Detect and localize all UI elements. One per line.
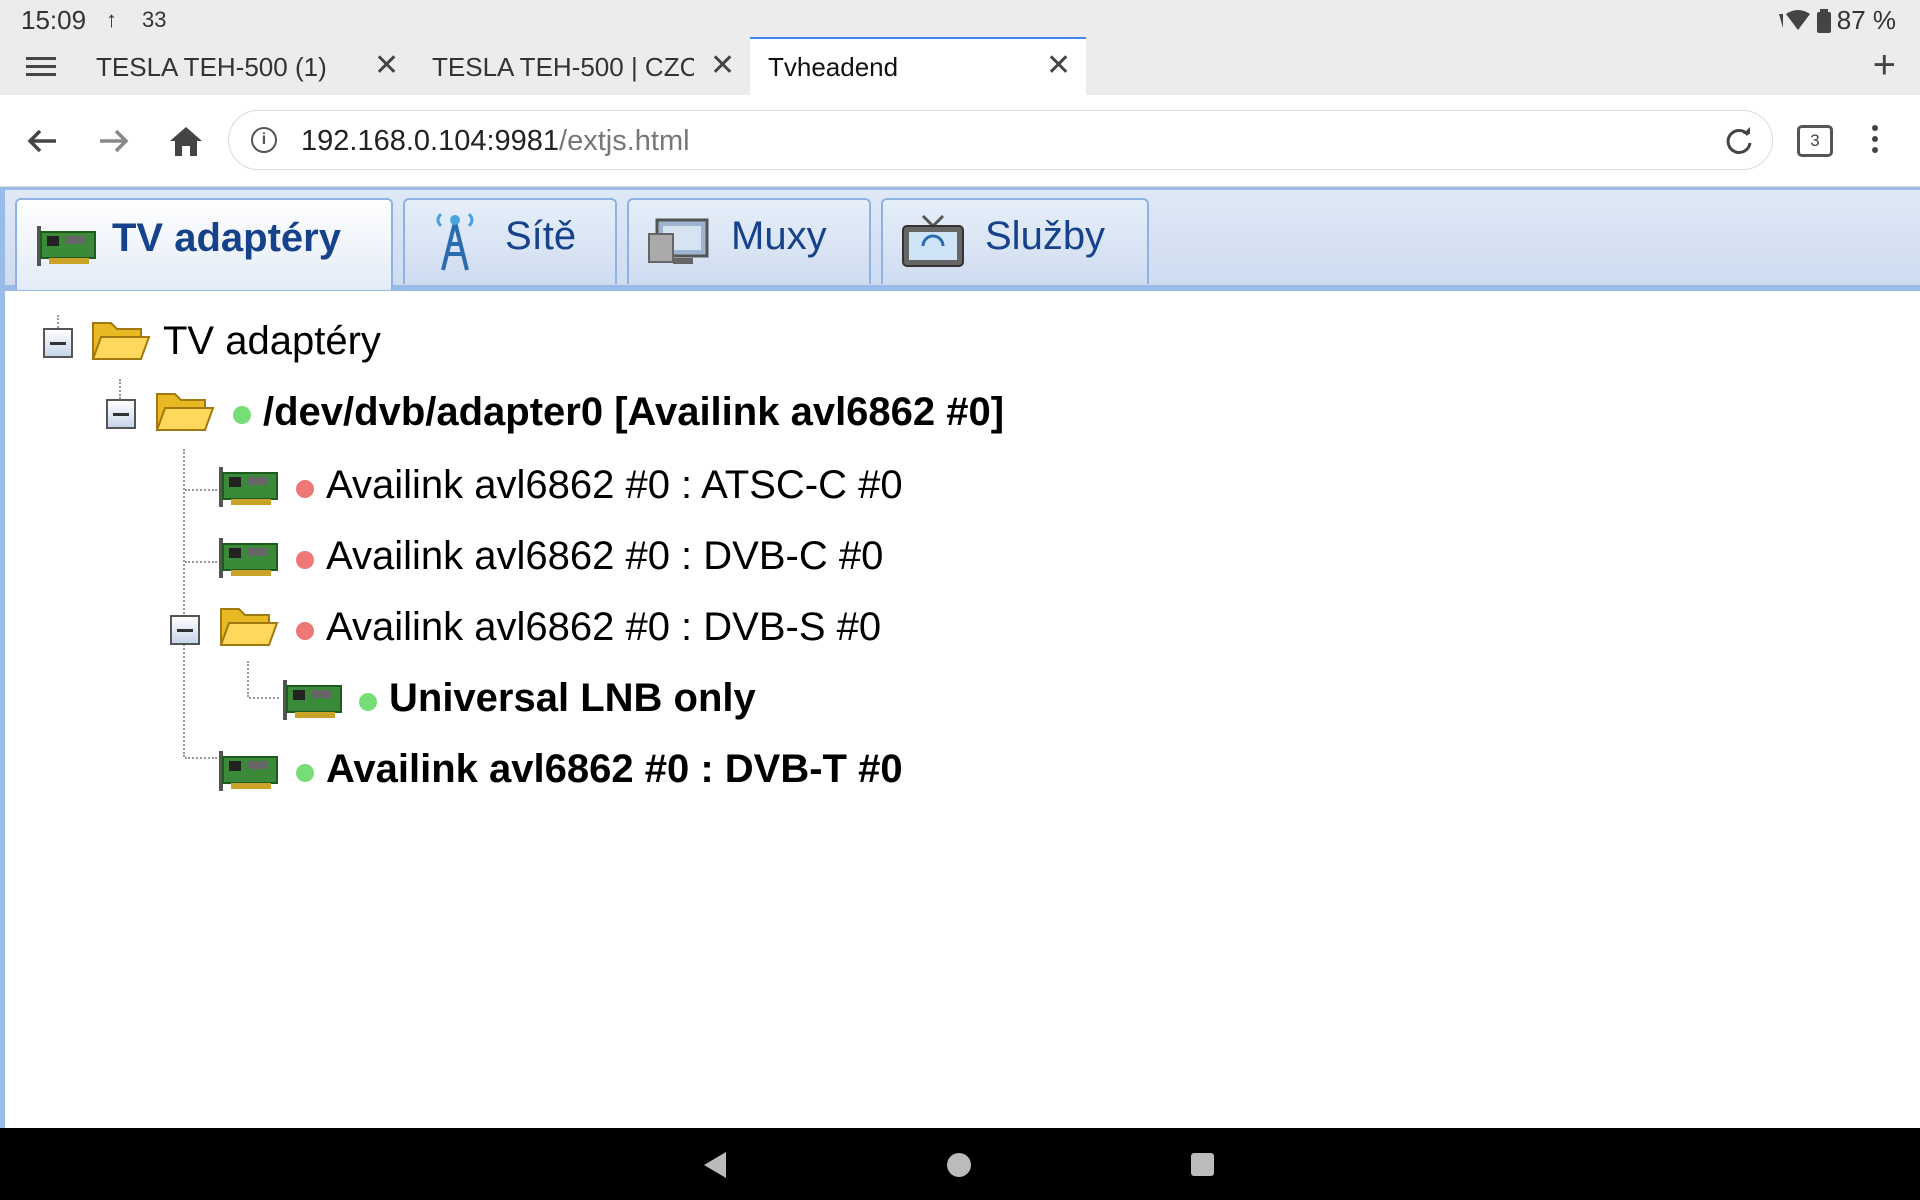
browser-tab-title: TESLA TEH-500 | CZC <box>432 52 694 82</box>
tab-label: Sítě <box>505 214 577 258</box>
tv-set-icon <box>902 214 964 267</box>
browser-tab-3-active[interactable]: Tvheadend ✕ <box>750 37 1086 95</box>
wifi-icon <box>1778 9 1810 30</box>
status-dot-green <box>359 693 377 711</box>
tab-label: Služby <box>985 214 1106 258</box>
tab-switcher-button[interactable]: 3 <box>1797 125 1833 157</box>
tree-node-frontend-atsc-c[interactable]: Availink avl6862 #0 : ATSC-C #0 <box>5 457 1005 517</box>
browser-tab-2[interactable]: TESLA TEH-500 | CZC ✕ <box>432 37 735 95</box>
status-dot-green <box>296 764 314 782</box>
tvheadend-app: TV adaptéry Sítě Muxy Služby TV adaptéry… <box>0 187 1920 1128</box>
back-triangle-icon[interactable] <box>704 1152 726 1178</box>
folder-open-icon <box>219 608 279 646</box>
data-transfer-icon: ↑ <box>106 7 117 32</box>
recents-square-icon[interactable] <box>1191 1153 1214 1176</box>
new-tab-button[interactable]: + <box>1873 43 1896 88</box>
tree-node-frontend-dvb-s[interactable]: Availink avl6862 #0 : DVB-S #0 <box>5 599 1005 659</box>
url-host: 192.168.0.104:9981 <box>301 125 560 157</box>
back-arrow-icon[interactable] <box>22 123 62 159</box>
system-nav-bar <box>0 1128 1920 1200</box>
tv-card-icon <box>219 751 278 791</box>
tree-node-root[interactable]: TV adaptéry <box>5 315 605 375</box>
tv-card-icon <box>219 467 278 507</box>
home-icon[interactable] <box>166 123 206 159</box>
tv-card-icon <box>37 226 96 266</box>
hamburger-menu-icon[interactable] <box>22 53 58 81</box>
tree-node-label: /dev/dvb/adapter0 [Availink avl6862 #0] <box>263 390 1005 434</box>
monitor-icon <box>648 218 709 264</box>
tab-tv-adapters[interactable]: TV adaptéry <box>15 198 393 290</box>
status-dot-green <box>233 406 251 424</box>
browser-tab-title: TESLA TEH-500 (1) <box>96 52 327 82</box>
address-bar[interactable]: i 192.168.0.104:9981/extjs.html <box>228 110 1773 170</box>
tv-card-icon <box>219 538 278 578</box>
tree-node-label: Availink avl6862 #0 : DVB-T #0 <box>326 747 903 791</box>
home-circle-icon[interactable] <box>947 1153 971 1177</box>
status-dot-red <box>296 622 314 640</box>
status-dot-red <box>296 551 314 569</box>
tab-label: Muxy <box>731 214 827 258</box>
antenna-tower-icon <box>436 212 474 271</box>
tree-node-label: Availink avl6862 #0 : DVB-C #0 <box>326 534 884 578</box>
adapter-tree: TV adaptéry /dev/dvb/adapter0 [Availink … <box>5 291 1920 1128</box>
close-tab-icon[interactable]: ✕ <box>1046 48 1071 83</box>
collapse-toggle-icon[interactable] <box>170 615 200 645</box>
browser-tab-strip: TESLA TEH-500 (1) ✕ TESLA TEH-500 | CZC … <box>0 37 1920 95</box>
tv-card-icon <box>283 680 342 720</box>
notification-count: 33 <box>142 7 167 32</box>
close-tab-icon[interactable]: ✕ <box>374 48 399 83</box>
tab-networks[interactable]: Sítě <box>403 198 617 284</box>
browser-tab-title: Tvheadend <box>768 52 899 82</box>
folder-open-icon <box>155 393 215 431</box>
status-bar: 15:09 ↑ 33 87 % <box>0 0 1920 37</box>
tree-node-lnb[interactable]: Universal LNB only <box>5 670 1005 730</box>
reload-icon[interactable] <box>1724 126 1754 156</box>
tree-node-label: Universal LNB only <box>389 676 756 720</box>
collapse-toggle-icon[interactable] <box>106 399 136 429</box>
url-path: /extjs.html <box>559 125 690 157</box>
app-tab-bar: TV adaptéry Sítě Muxy Služby <box>5 187 1920 291</box>
status-right: 87 % <box>1777 5 1896 36</box>
status-time: 15:09 <box>21 5 87 35</box>
status-dot-red <box>296 480 314 498</box>
info-icon[interactable]: i <box>251 127 277 153</box>
tree-node-label: TV adaptéry <box>163 319 381 363</box>
battery-icon <box>1816 8 1831 33</box>
url-text[interactable]: 192.168.0.104:9981/extjs.html <box>301 125 690 158</box>
collapse-toggle-icon[interactable] <box>43 328 73 358</box>
forward-arrow-icon[interactable] <box>94 123 134 159</box>
tree-node-label: Availink avl6862 #0 : DVB-S #0 <box>326 605 882 649</box>
tab-services[interactable]: Služby <box>881 198 1149 284</box>
close-tab-icon[interactable]: ✕ <box>710 48 735 83</box>
tree-node-label: Availink avl6862 #0 : ATSC-C #0 <box>326 463 903 507</box>
battery-level: 87 % <box>1836 5 1896 35</box>
tree-node-adapter[interactable]: /dev/dvb/adapter0 [Availink avl6862 #0] <box>5 386 1105 446</box>
tree-node-frontend-dvb-t[interactable]: Availink avl6862 #0 : DVB-T #0 <box>5 741 1005 801</box>
more-options-icon[interactable] <box>1872 125 1880 158</box>
browser-tab-1[interactable]: TESLA TEH-500 (1) ✕ <box>96 37 399 95</box>
tree-node-frontend-dvb-c[interactable]: Availink avl6862 #0 : DVB-C #0 <box>5 528 1005 588</box>
browser-toolbar: i 192.168.0.104:9981/extjs.html 3 <box>0 95 1920 187</box>
tab-label: TV adaptéry <box>112 216 341 260</box>
tab-muxes[interactable]: Muxy <box>627 198 871 284</box>
folder-open-icon <box>91 322 151 360</box>
